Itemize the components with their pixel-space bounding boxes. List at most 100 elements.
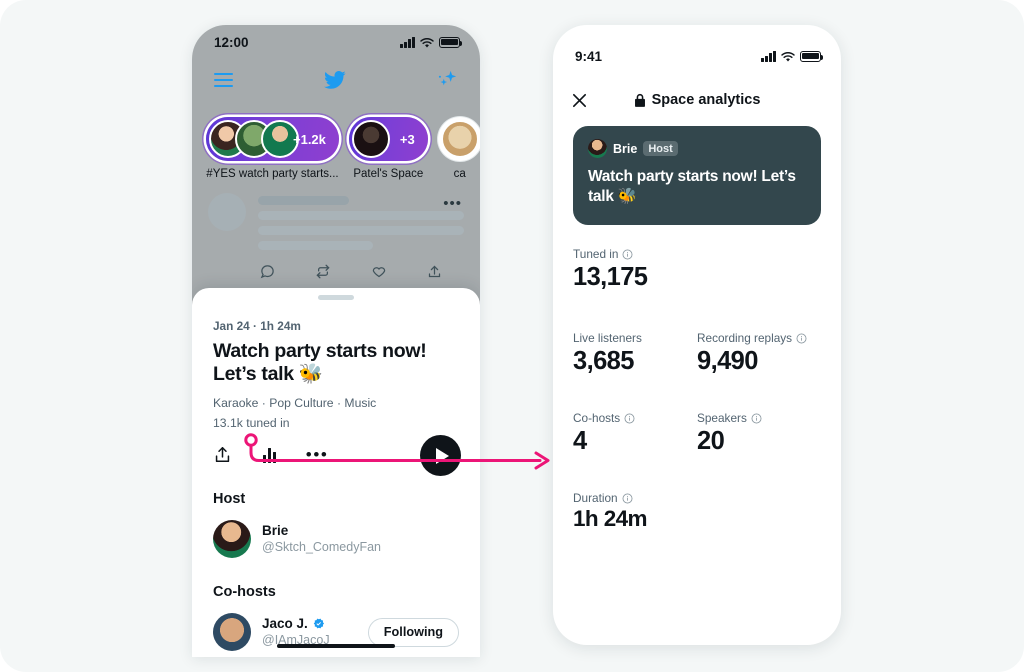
more-horizontal-icon[interactable]: ••• [443, 195, 462, 212]
space-label: ca [453, 168, 466, 180]
sparkles-icon[interactable] [436, 69, 458, 91]
wifi-icon [781, 51, 795, 62]
close-x-icon[interactable] [571, 92, 588, 109]
retweet-icon[interactable] [315, 264, 331, 282]
twitter-bird-icon[interactable] [322, 69, 348, 91]
skeleton-line [258, 196, 349, 205]
stat-tuned-in: Tuned in 13,175 [573, 247, 821, 291]
space-card-1[interactable]: +3 Patel's Space [348, 117, 428, 180]
stat-label: Duration [573, 491, 618, 506]
battery-icon [800, 51, 824, 62]
status-time: 9:41 [575, 48, 603, 64]
space-card-2[interactable]: ca [437, 117, 480, 180]
stat-label: Live listeners [573, 331, 642, 346]
share-icon[interactable] [427, 264, 442, 282]
lock-icon [634, 93, 646, 108]
space-meta: Jan 24 · 1h 24m [213, 318, 301, 333]
page-title: Space analytics [651, 92, 761, 108]
stat-cohosts: Co-hosts 4 [573, 411, 697, 455]
info-icon[interactable] [622, 249, 633, 260]
bar-chart-analytics-icon[interactable] [263, 447, 276, 463]
stat-row-tuned-in: Tuned in 13,175 [573, 247, 821, 291]
space-action-row[interactable]: ••• [213, 435, 461, 477]
space-pill[interactable] [437, 117, 480, 161]
share-up-icon[interactable] [213, 445, 233, 465]
tweet-action-row[interactable] [208, 250, 464, 282]
stat-row-cohosts-speakers: Co-hosts 4 Speakers 20 [573, 411, 821, 455]
cellular-signal-icon [400, 36, 415, 48]
stat-label: Tuned in [573, 247, 619, 261]
stat-recording-replays: Recording replays 9,490 [697, 331, 821, 375]
right-phone-mockup: 9:41 Space analytics Brie Host Watch par… [553, 25, 841, 645]
space-pill[interactable]: +1.2k [206, 117, 339, 161]
stat-value: 9,490 [697, 347, 758, 376]
space-tuned-in: 13.1k tuned in [213, 416, 290, 431]
info-icon[interactable] [624, 413, 635, 424]
info-icon[interactable] [622, 493, 633, 504]
more-horizontal-icon[interactable]: ••• [306, 446, 329, 463]
verified-badge-icon [312, 617, 325, 630]
stat-label: Co-hosts [573, 411, 621, 426]
skeleton-line [258, 226, 464, 235]
avatar [213, 613, 251, 652]
skeleton-line [258, 211, 464, 220]
right-status-bar: 9:41 [553, 39, 841, 73]
info-icon[interactable] [796, 333, 807, 344]
like-icon[interactable] [371, 264, 387, 282]
left-phone-mockup: 12:00 +1.2k #YES watch party starts... +… [192, 25, 480, 657]
hamburger-menu-icon[interactable] [214, 73, 233, 87]
avatar [351, 120, 390, 158]
space-listener-count: +1.2k [293, 131, 326, 147]
play-button[interactable] [420, 435, 461, 477]
analytics-stats: Tuned in 13,175 Live listeners 3,685 Rec… [573, 247, 821, 532]
reply-icon[interactable] [260, 264, 275, 282]
space-detail-bottom-sheet: Jan 24 · 1h 24m Watch party starts now! … [192, 288, 480, 657]
avatar [213, 520, 251, 559]
avatar [440, 120, 479, 158]
screenshot-canvas: 12:00 +1.2k #YES watch party starts... +… [0, 0, 1024, 672]
skeleton-line [258, 241, 374, 250]
page-title-row: Space analytics [588, 92, 806, 108]
stat-value: 13,175 [573, 263, 648, 291]
status-time: 12:00 [214, 34, 249, 50]
stat-value: 3,685 [573, 347, 634, 376]
twitter-app-header [192, 59, 480, 101]
space-label: Patel's Space [353, 168, 424, 180]
wifi-icon [420, 37, 434, 48]
space-summary-card[interactable]: Brie Host Watch party starts now! Let’s … [573, 126, 821, 225]
cohosts-section-heading: Co-hosts [213, 584, 276, 601]
home-indicator [277, 643, 395, 648]
analytics-header: Space analytics [553, 81, 841, 119]
cohost-name: Jaco J. [262, 615, 308, 631]
host-list-item[interactable]: Brie @Sktch_ComedyFan [213, 520, 459, 559]
space-title: Watch party starts now! Let’s talk 🐝 [213, 339, 427, 386]
battery-icon [439, 37, 463, 48]
stat-value: 1h 24m [573, 506, 648, 532]
stat-label: Speakers [697, 411, 747, 426]
stat-value: 20 [697, 427, 725, 456]
stat-row-duration: Duration 1h 24m [573, 491, 821, 532]
cellular-signal-icon [761, 50, 776, 62]
info-icon[interactable] [751, 413, 762, 424]
stat-speakers: Speakers 20 [697, 411, 821, 455]
space-label: #YES watch party starts... [206, 168, 339, 180]
space-listener-count: +3 [399, 131, 415, 147]
avatar [588, 139, 607, 158]
host-section-heading: Host [213, 491, 246, 508]
card-space-title: Watch party starts now! Let’s talk 🐝 [588, 168, 796, 205]
spaces-carousel[interactable]: +1.2k #YES watch party starts... +3 Pate… [192, 117, 480, 187]
feed-skeleton: ••• [192, 193, 480, 282]
stat-label: Recording replays [697, 331, 793, 346]
stat-row-listeners-replays: Live listeners 3,685 Recording replays 9… [573, 331, 821, 375]
space-card-0[interactable]: +1.2k #YES watch party starts... [206, 117, 339, 180]
avatar [208, 193, 246, 231]
space-topics: Karaoke · Pop Culture · Music [213, 396, 377, 411]
pink-pointer-arrow [244, 433, 550, 470]
left-status-bar: 12:00 [192, 25, 480, 59]
host-name: Brie [262, 522, 289, 538]
space-pill[interactable]: +3 [348, 117, 428, 161]
stat-duration: Duration 1h 24m [573, 491, 821, 532]
stat-value: 4 [573, 427, 587, 456]
host-handle: @Sktch_ComedyFan [262, 539, 381, 554]
stat-live-listeners: Live listeners 3,685 [573, 331, 697, 375]
